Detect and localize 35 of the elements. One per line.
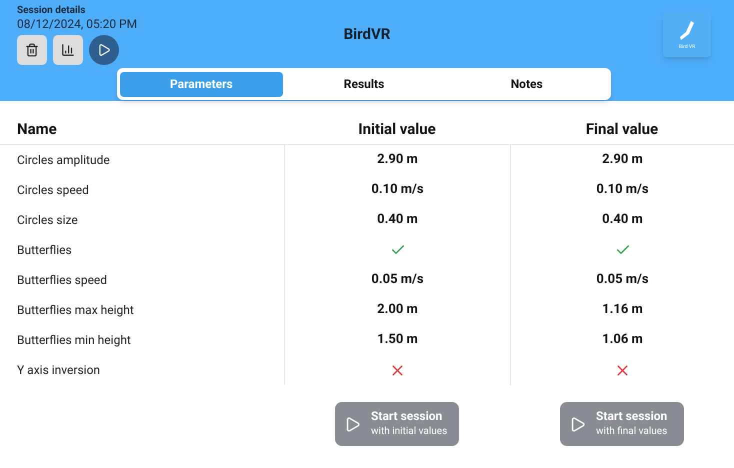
value-text: 0.05 m/s	[596, 271, 649, 290]
tab[interactable]: Parameters	[120, 72, 283, 96]
value-text: 1.50 m	[377, 331, 418, 350]
column-header: Initial value	[358, 119, 436, 140]
trash-icon	[25, 43, 39, 57]
delete-button[interactable]	[17, 35, 47, 65]
parameter-name: Y axis inversion	[17, 362, 100, 379]
value-text: 1.06 m	[602, 331, 643, 350]
value-text: 0.10 m/s	[596, 181, 649, 200]
play-icon	[344, 416, 361, 432]
parameter-name: Butterflies speed	[17, 272, 108, 289]
session-label: Session details	[17, 4, 86, 17]
play-icon	[97, 43, 111, 57]
parameter-name: Butterflies max height	[17, 302, 134, 319]
session-datetime: 08/12/2024, 05:20 PM	[17, 17, 138, 31]
parameter-name: Circles speed	[17, 182, 89, 199]
app-title: BirdVR	[344, 24, 390, 45]
results-chart-button[interactable]	[53, 35, 83, 65]
parameter-name: Butterflies	[17, 242, 72, 259]
value-text: 0.40 m	[602, 211, 643, 230]
parameter-name: Circles amplitude	[17, 152, 110, 169]
value-text: 0.40 m	[377, 211, 418, 230]
parameter-name: Butterflies min height	[17, 332, 131, 349]
value-text: 2.90 m	[602, 151, 643, 170]
value-text: 2.90 m	[377, 151, 418, 170]
play-button[interactable]	[89, 35, 119, 65]
value-text: 0.05 m/s	[371, 271, 424, 290]
column-header: Name	[17, 119, 57, 140]
play-icon	[569, 416, 586, 432]
value-text: 0.10 m/s	[371, 181, 424, 200]
parameter-name: Circles size	[17, 212, 78, 229]
value-text: 2.00 m	[377, 301, 418, 320]
value-text: 1.16 m	[602, 301, 643, 320]
bar-chart-icon	[61, 43, 75, 57]
column-header: Final value	[586, 119, 658, 140]
